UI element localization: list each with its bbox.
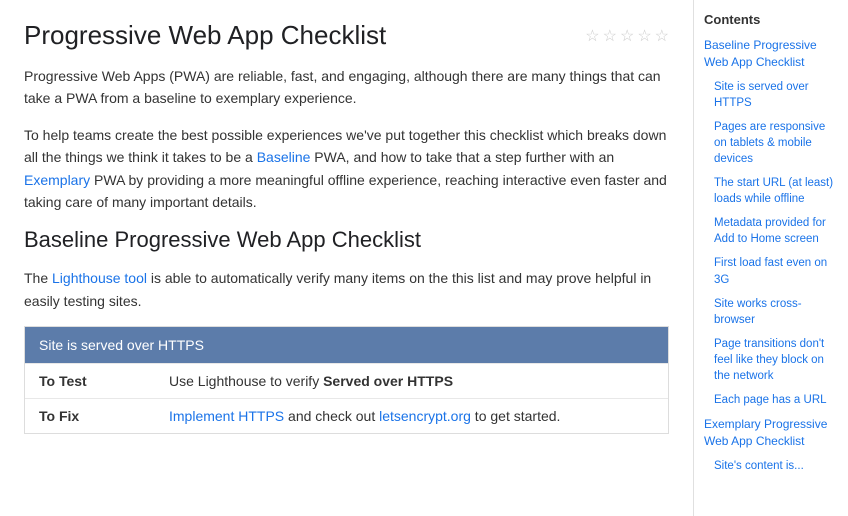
table-body: To Test Use Lighthouse to verify Served …	[25, 363, 668, 433]
sidebar-item-offline[interactable]: The start URL (at least) loads while off…	[704, 175, 838, 207]
star-5[interactable]: ☆	[655, 26, 669, 46]
exemplary-link[interactable]: Exemplary	[24, 172, 90, 188]
intro-link-span: although there are many things that can …	[24, 68, 661, 106]
star-2[interactable]: ☆	[603, 26, 617, 46]
star-rating[interactable]: ☆ ☆ ☆ ☆ ☆	[585, 26, 669, 46]
sidebar-item-transitions[interactable]: Page transitions don't feel like they bl…	[704, 336, 838, 384]
table-cell-label: To Fix	[25, 399, 155, 434]
table-cell-value: Implement HTTPS and check out letsencryp…	[155, 399, 668, 434]
intro-paragraph-1: Progressive Web Apps (PWA) are reliable,…	[24, 65, 669, 110]
bold-text: Served over HTTPS	[323, 373, 453, 389]
sidebar-item-sitecontent[interactable]: Site's content is...	[704, 458, 838, 474]
star-4[interactable]: ☆	[637, 26, 651, 46]
sidebar-item-baseline[interactable]: Baseline Progressive Web App Checklist	[704, 37, 838, 71]
sidebar-item-firstload[interactable]: First load fast even on 3G	[704, 255, 838, 287]
intro-paragraph-2: To help teams create the best possible e…	[24, 124, 669, 214]
https-table-section: Site is served over HTTPS To Test Use Li…	[24, 326, 669, 434]
sidebar-item-exemplary[interactable]: Exemplary Progressive Web App Checklist	[704, 416, 838, 450]
section-heading: Baseline Progressive Web App Checklist	[24, 227, 669, 253]
sidebar: Contents Baseline Progressive Web App Ch…	[693, 0, 848, 516]
table-row: To Fix Implement HTTPS and check out let…	[25, 399, 668, 434]
baseline-link[interactable]: Baseline	[257, 149, 311, 165]
sidebar-item-crossbrowser[interactable]: Site works cross-browser	[704, 296, 838, 328]
implement-https-link[interactable]: Implement HTTPS	[169, 408, 284, 424]
star-3[interactable]: ☆	[620, 26, 634, 46]
table-header: Site is served over HTTPS	[25, 327, 668, 363]
table-cell-value: Use Lighthouse to verify Served over HTT…	[155, 364, 668, 399]
sidebar-item-metadata[interactable]: Metadata provided for Add to Home screen	[704, 215, 838, 247]
letsencrypt-link[interactable]: letsencrypt.org	[379, 408, 471, 424]
section-paragraph: The Lighthouse tool is able to automatic…	[24, 267, 669, 312]
table-cell-label: To Test	[25, 364, 155, 399]
sidebar-item-https[interactable]: Site is served over HTTPS	[704, 79, 838, 111]
title-row: Progressive Web App Checklist ☆ ☆ ☆ ☆ ☆	[24, 20, 669, 51]
star-1[interactable]: ☆	[585, 26, 599, 46]
sidebar-title: Contents	[704, 12, 838, 27]
main-content: Progressive Web App Checklist ☆ ☆ ☆ ☆ ☆ …	[0, 0, 693, 516]
page-title: Progressive Web App Checklist	[24, 20, 386, 51]
sidebar-item-url[interactable]: Each page has a URL	[704, 392, 838, 408]
sidebar-item-responsive[interactable]: Pages are responsive on tablets & mobile…	[704, 119, 838, 167]
lighthouse-link[interactable]: Lighthouse tool	[52, 270, 147, 286]
table-row: To Test Use Lighthouse to verify Served …	[25, 364, 668, 399]
